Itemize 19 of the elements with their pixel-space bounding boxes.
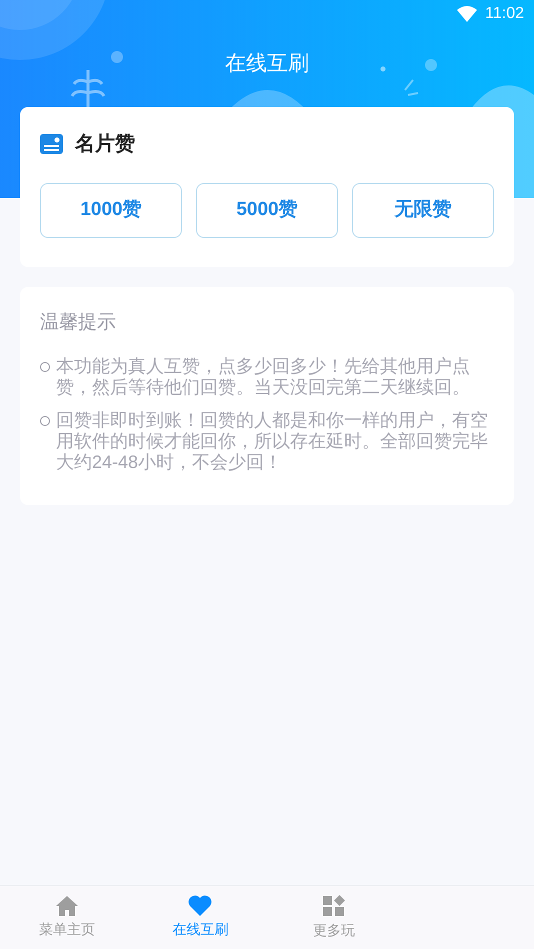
card-icon [40, 134, 63, 154]
like-option-button[interactable]: 5000赞 [196, 183, 338, 238]
bullet-icon [40, 416, 50, 426]
home-icon [56, 896, 78, 916]
card-title: 名片赞 [75, 132, 135, 157]
wifi-icon [457, 6, 478, 22]
nav-tab[interactable]: 更多玩 [267, 886, 400, 949]
like-option-button[interactable]: 无限赞 [352, 183, 494, 238]
like-option-button[interactable]: 1000赞 [40, 183, 182, 238]
grid-icon [322, 894, 345, 916]
status-time: 11:02 [485, 4, 524, 24]
tips-title: 温馨提示 [40, 311, 117, 335]
nav-tab[interactable]: 在线互刷 [134, 886, 267, 949]
heart-icon [188, 895, 212, 916]
tip-text: 回赞非即时到账！回赞的人都是和你一样的用户，有空用软件的时候才能回你，所以存在延时。全部回赞完毕大约24-48小时，不会少回！ [56, 410, 489, 472]
tip-text: 本功能为真人互赞，点多少回多少！先给其他用户点赞，然后等待他们回赞。当天没回完第二天继续回。 [56, 356, 471, 398]
bullet-icon [40, 362, 50, 372]
page-title: 在线互刷 [225, 51, 309, 78]
nav-tab[interactable]: 菜单主页 [0, 886, 134, 949]
